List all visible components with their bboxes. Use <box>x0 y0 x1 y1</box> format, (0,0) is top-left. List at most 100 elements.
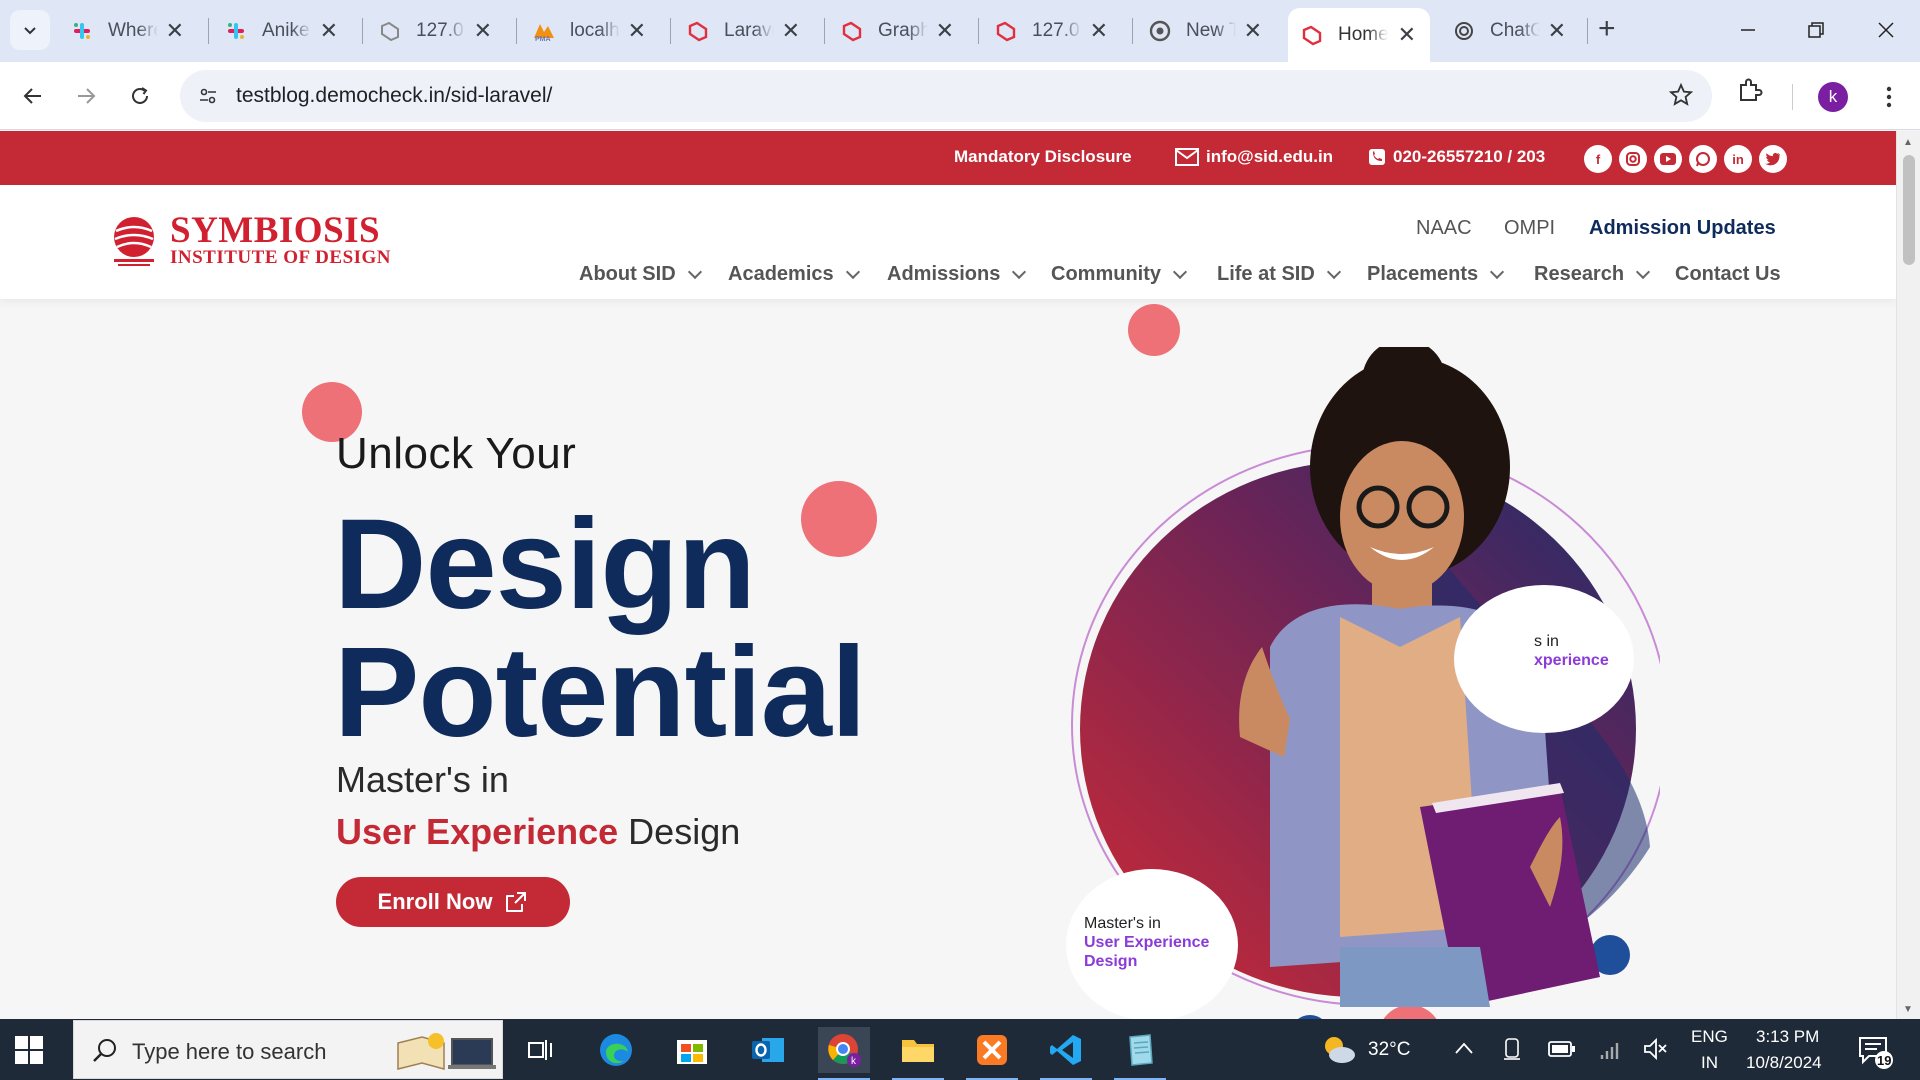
nav-about-sid[interactable]: About SID <box>579 263 702 286</box>
mandatory-disclosure-link[interactable]: Mandatory Disclosure <box>954 147 1132 167</box>
chevron-up-icon[interactable] <box>1454 1041 1474 1055</box>
speaker-muted-icon[interactable] <box>1642 1037 1668 1061</box>
site-info-icon[interactable] <box>194 82 222 110</box>
nav-contact-us[interactable]: Contact Us <box>1675 263 1781 286</box>
tab-close-icon[interactable]: ✕ <box>1090 20 1108 42</box>
browser-tab[interactable]: ChatG ✕ <box>1440 12 1580 50</box>
tab-title: 127.0. <box>1032 20 1082 41</box>
email-link[interactable]: info@sid.edu.in <box>1175 147 1333 167</box>
close-window-button[interactable] <box>1866 12 1906 48</box>
clock-date[interactable]: 10/8/2024 <box>1746 1053 1822 1073</box>
new-tab-button[interactable]: + <box>1598 14 1616 44</box>
phone-link[interactable]: 020-26557210 / 203 <box>1368 147 1545 167</box>
facebook-icon[interactable]: f <box>1584 145 1612 173</box>
restore-button[interactable] <box>1796 12 1836 48</box>
weather-icon[interactable] <box>1320 1033 1358 1067</box>
browser-tab[interactable]: 127.0. ✕ <box>982 12 1122 50</box>
browser-tab[interactable]: Anike ✕ <box>212 12 352 50</box>
notepad-app-icon[interactable] <box>1114 1027 1166 1080</box>
notification-center-icon[interactable]: 19 <box>1857 1033 1893 1069</box>
browser-tab-active[interactable]: Home ✕ <box>1288 8 1430 62</box>
nav-placements[interactable]: Placements <box>1367 263 1505 286</box>
tab-separator <box>362 18 363 44</box>
hero-eyebrow: Unlock Your <box>336 429 577 478</box>
tab-close-icon[interactable]: ✕ <box>166 20 184 42</box>
extensions-icon[interactable] <box>1736 76 1764 109</box>
tab-close-icon[interactable]: ✕ <box>1244 20 1262 42</box>
linkedin-icon[interactable]: in <box>1724 145 1752 173</box>
scroll-down-icon[interactable]: ▼ <box>1903 1004 1913 1015</box>
task-view-icon[interactable] <box>514 1027 566 1073</box>
tab-close-icon[interactable]: ✕ <box>1548 20 1566 42</box>
admission-updates-link[interactable]: Admission Updates <box>1589 217 1776 240</box>
tab-close-icon[interactable]: ✕ <box>1398 24 1416 46</box>
minimize-button[interactable] <box>1728 12 1768 48</box>
ompi-link[interactable]: OMPI <box>1504 217 1555 240</box>
taskbar-search[interactable]: Type here to search <box>73 1020 503 1079</box>
page-scrollbar[interactable]: ▲ ▼ <box>1896 131 1920 1019</box>
whatsapp-icon[interactable] <box>1689 145 1717 173</box>
battery-icon[interactable] <box>1548 1039 1576 1059</box>
input-region[interactable]: IN <box>1701 1053 1718 1073</box>
laravel-grey-icon <box>378 19 402 43</box>
tab-close-icon[interactable]: ✕ <box>782 20 800 42</box>
forward-button[interactable] <box>66 76 106 116</box>
chrome-taskbar-icon[interactable]: k <box>818 1027 870 1080</box>
naac-link[interactable]: NAAC <box>1416 217 1472 240</box>
nav-admissions[interactable]: Admissions <box>887 263 1027 286</box>
tab-search-button[interactable] <box>10 10 50 50</box>
input-language[interactable]: ENG <box>1691 1027 1728 1047</box>
browser-tab[interactable]: 127.0. ✕ <box>366 12 506 50</box>
edge-icon[interactable] <box>590 1027 642 1073</box>
nav-life-at-sid[interactable]: Life at SID <box>1217 263 1341 286</box>
instagram-icon[interactable] <box>1619 145 1647 173</box>
meet-now-icon[interactable] <box>1502 1037 1524 1061</box>
scrollbar-thumb[interactable] <box>1903 155 1915 265</box>
address-bar[interactable]: testblog.democheck.in/sid-laravel/ <box>180 70 1712 122</box>
arrow-right-icon <box>78 88 96 104</box>
vscode-icon[interactable] <box>1040 1027 1092 1080</box>
back-button[interactable] <box>13 76 53 116</box>
browser-tab[interactable]: Graph ✕ <box>828 12 968 50</box>
youtube-icon[interactable] <box>1654 145 1682 173</box>
file-explorer-icon[interactable] <box>892 1027 944 1080</box>
enroll-now-button[interactable]: Enroll Now <box>336 877 570 927</box>
xampp-icon[interactable] <box>966 1027 1018 1080</box>
reload-button[interactable] <box>120 76 160 116</box>
toolbar-separator <box>1792 84 1793 110</box>
more-menu-icon[interactable] <box>1874 82 1904 112</box>
browser-tab[interactable]: New T ✕ <box>1136 12 1276 50</box>
site-logo[interactable]: SYMBIOSIS INSTITUTE OF DESIGN <box>110 210 392 269</box>
logo-title: SYMBIOSIS <box>170 210 381 251</box>
tab-separator <box>670 18 671 44</box>
url-text[interactable]: testblog.democheck.in/sid-laravel/ <box>236 84 552 108</box>
wifi-icon[interactable] <box>1598 1037 1624 1061</box>
tab-close-icon[interactable]: ✕ <box>474 20 492 42</box>
nav-academics[interactable]: Academics <box>728 263 860 286</box>
outlook-icon[interactable] <box>742 1027 794 1073</box>
tab-close-icon[interactable]: ✕ <box>936 20 954 42</box>
tab-close-icon[interactable]: ✕ <box>320 20 338 42</box>
nav-community[interactable]: Community <box>1051 263 1188 286</box>
profile-avatar[interactable]: k <box>1818 82 1848 112</box>
twitter-icon[interactable] <box>1759 145 1787 173</box>
external-link-icon <box>506 892 527 912</box>
clock-time[interactable]: 3:13 PM <box>1756 1027 1819 1047</box>
browser-tab[interactable]: PMA localh ✕ <box>520 12 660 50</box>
chevron-down-icon <box>1635 264 1651 279</box>
chevron-down-icon <box>1012 264 1027 279</box>
tab-close-icon[interactable]: ✕ <box>628 20 646 42</box>
nav-research[interactable]: Research <box>1534 263 1651 286</box>
browser-tab[interactable]: Where ✕ <box>58 12 198 50</box>
browser-tab[interactable]: Larave ✕ <box>674 12 814 50</box>
logo-subtitle: INSTITUTE OF DESIGN <box>170 247 392 268</box>
tab-separator <box>978 18 979 44</box>
chevron-down-icon <box>1326 264 1341 279</box>
scroll-up-icon[interactable]: ▲ <box>1903 137 1913 148</box>
windows-start-icon[interactable] <box>14 1035 44 1065</box>
web-page: Mandatory Disclosure info@sid.edu.in 020… <box>0 131 1896 1019</box>
tab-title: Larave <box>724 20 774 41</box>
weather-temp[interactable]: 32°C <box>1368 1039 1410 1061</box>
microsoft-store-icon[interactable] <box>666 1027 718 1073</box>
bookmark-star-icon[interactable] <box>1668 82 1694 113</box>
